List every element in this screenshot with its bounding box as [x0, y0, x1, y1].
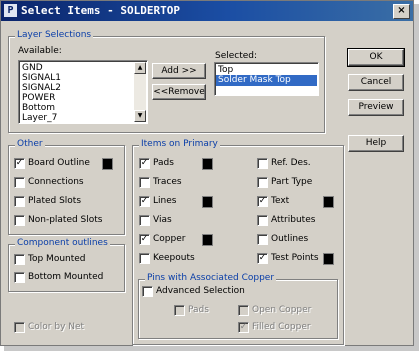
- help-button[interactable]: Help: [348, 135, 404, 152]
- window-title: Select Items - SOLDERTOP: [21, 4, 180, 17]
- layer-selections-legend: Layer Selections: [15, 30, 94, 40]
- open-copper-checkbox[interactable]: [238, 305, 249, 316]
- test-points-label: Test Points: [271, 253, 319, 263]
- window-shadow-bottom: [4, 346, 418, 351]
- part-type-label: Part Type: [271, 177, 313, 187]
- traces-label: Traces: [153, 177, 182, 187]
- add-button[interactable]: Add >>: [152, 63, 206, 79]
- outlines-checkbox[interactable]: [257, 234, 268, 245]
- list-item[interactable]: Layer_7: [22, 113, 57, 123]
- copper-color-swatch[interactable]: [202, 234, 213, 246]
- text-color-swatch[interactable]: [323, 196, 334, 208]
- lines-label: Lines: [153, 196, 177, 206]
- selected-listbox[interactable]: Top Solder Mask Top: [214, 62, 319, 96]
- top-mounted-checkbox[interactable]: [14, 254, 25, 265]
- list-item-selected[interactable]: Solder Mask Top: [216, 75, 317, 86]
- part-type-checkbox[interactable]: [257, 177, 268, 188]
- items-on-primary-legend: Items on Primary: [139, 139, 220, 149]
- traces-checkbox[interactable]: [139, 177, 150, 188]
- ok-button[interactable]: OK: [347, 48, 405, 67]
- outlines-label: Outlines: [271, 234, 309, 244]
- select-items-dialog: P Select Items - SOLDERTOP × Layer Selec…: [0, 0, 414, 346]
- pads-label: Pads: [153, 158, 174, 168]
- open-copper-label: Open Copper: [252, 305, 312, 315]
- close-button[interactable]: ×: [393, 4, 410, 19]
- component-outlines-group: Component outlines: [8, 238, 125, 292]
- filled-copper-label: Filled Copper: [252, 322, 311, 332]
- board-outline-label: Board Outline: [28, 158, 90, 168]
- remove-button[interactable]: <<Remove: [152, 84, 206, 100]
- text-label: Text: [271, 196, 290, 206]
- vias-checkbox[interactable]: [139, 215, 150, 226]
- non-plated-slots-checkbox[interactable]: [14, 215, 25, 226]
- advanced-selection-label: Advanced Selection: [156, 286, 245, 296]
- available-scrollbar[interactable]: ▲ ▼: [134, 62, 146, 122]
- lines-color-swatch[interactable]: [202, 196, 213, 208]
- component-outlines-legend: Component outlines: [15, 238, 110, 248]
- non-plated-slots-label: Non-plated Slots: [28, 215, 103, 225]
- selected-label: Selected:: [215, 51, 258, 61]
- scroll-down-icon[interactable]: ▼: [134, 110, 146, 122]
- pins-pads-label: Pads: [188, 305, 209, 315]
- pads-color-swatch[interactable]: [202, 158, 213, 170]
- other-legend: Other: [15, 139, 45, 149]
- copper-label: Copper: [153, 234, 186, 244]
- keepouts-checkbox[interactable]: [139, 253, 150, 264]
- top-mounted-label: Top Mounted: [28, 254, 86, 264]
- attributes-checkbox[interactable]: [257, 215, 268, 226]
- scroll-up-icon[interactable]: ▲: [134, 62, 146, 74]
- test-points-color-swatch[interactable]: [323, 253, 334, 265]
- app-icon: P: [4, 4, 17, 17]
- color-by-net-label: Color by Net: [28, 322, 85, 332]
- plated-slots-label: Plated Slots: [28, 196, 82, 206]
- board-outline-checkbox[interactable]: ✓: [14, 158, 25, 169]
- ref-des-label: Ref. Des.: [271, 158, 311, 168]
- vias-label: Vias: [153, 215, 172, 225]
- plated-slots-checkbox[interactable]: [14, 196, 25, 207]
- advanced-selection-checkbox[interactable]: [142, 286, 153, 297]
- preview-button[interactable]: Preview: [348, 99, 404, 116]
- connections-label: Connections: [28, 177, 84, 187]
- pads-checkbox[interactable]: ✓: [139, 158, 150, 169]
- text-checkbox[interactable]: ✓: [257, 196, 268, 207]
- filled-copper-checkbox[interactable]: ✓: [238, 322, 249, 333]
- connections-checkbox[interactable]: [14, 177, 25, 188]
- title-bar[interactable]: P Select Items - SOLDERTOP ×: [1, 1, 413, 21]
- lines-checkbox[interactable]: ✓: [139, 196, 150, 207]
- copper-checkbox[interactable]: ✓: [139, 234, 150, 245]
- cancel-button[interactable]: Cancel: [348, 74, 404, 91]
- bottom-mounted-label: Bottom Mounted: [28, 272, 104, 282]
- ref-des-checkbox[interactable]: [257, 158, 268, 169]
- attributes-label: Attributes: [271, 215, 316, 225]
- pins-associated-copper-legend: Pins with Associated Copper: [145, 273, 277, 283]
- color-by-net-checkbox[interactable]: [14, 322, 25, 333]
- board-outline-color-swatch[interactable]: [102, 158, 113, 170]
- window-shadow-right: [414, 4, 419, 351]
- available-listbox[interactable]: GND SIGNAL1 SIGNAL2 POWER Bottom Layer_7…: [18, 60, 148, 124]
- keepouts-label: Keepouts: [153, 253, 195, 263]
- pins-pads-checkbox[interactable]: [174, 305, 185, 316]
- test-points-checkbox[interactable]: ✓: [257, 253, 268, 264]
- available-label: Available:: [18, 46, 62, 56]
- bottom-mounted-checkbox[interactable]: [14, 272, 25, 283]
